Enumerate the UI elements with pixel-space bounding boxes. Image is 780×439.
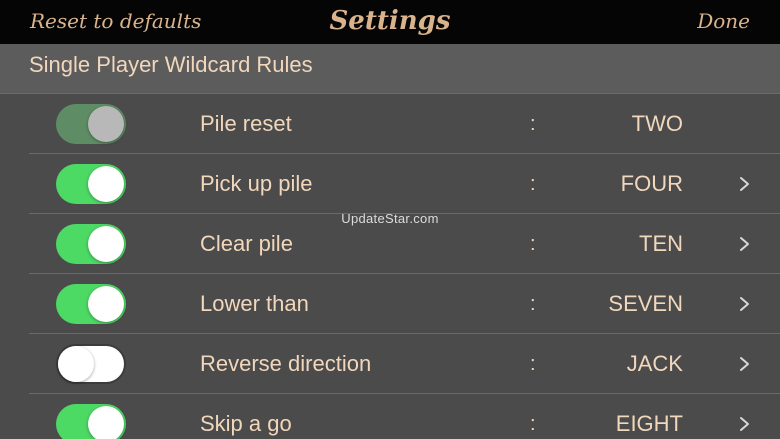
rule-card-value: JACK <box>626 351 683 376</box>
settings-screen: Reset to defaults Settings Done Single P… <box>0 0 780 439</box>
chevron-right-icon <box>740 297 749 311</box>
rule-card-value: EIGHT <box>615 411 683 436</box>
chevron-right-icon <box>740 357 749 371</box>
rule-card-value: SEVEN <box>608 291 683 316</box>
toggle-knob <box>88 226 124 262</box>
rule-card-value: FOUR <box>620 171 683 196</box>
rule-toggle[interactable] <box>56 224 126 264</box>
rule-separator: : <box>530 293 536 315</box>
chevron-right-icon <box>740 177 749 191</box>
rules-list: Pile reset : TWO Pick up pile : FOUR Cle… <box>0 94 780 439</box>
section-title: Single Player Wildcard Rules <box>29 52 313 77</box>
rule-separator: : <box>530 413 536 435</box>
rule-row-reverse-direction[interactable]: Reverse direction : JACK <box>0 334 780 394</box>
section-header: Single Player Wildcard Rules <box>0 44 780 94</box>
rule-separator: : <box>530 353 536 375</box>
rule-separator: : <box>530 173 536 195</box>
rule-row-lower-than[interactable]: Lower than : SEVEN <box>0 274 780 334</box>
watermark-text: UpdateStar.com <box>341 211 439 226</box>
toggle-knob <box>88 166 124 202</box>
rule-card-value: TWO <box>631 111 683 136</box>
rule-row-skip-a-go[interactable]: Skip a go : EIGHT <box>0 394 780 439</box>
rule-label: Lower than <box>200 291 309 316</box>
rule-row-pile-reset[interactable]: Pile reset : TWO <box>0 94 780 154</box>
rule-label: Skip a go <box>200 411 292 436</box>
navigation-bar: Reset to defaults Settings Done <box>0 0 780 44</box>
toggle-knob <box>88 286 124 322</box>
toggle-knob <box>88 106 124 142</box>
rule-label: Reverse direction <box>200 351 372 376</box>
rule-separator: : <box>530 113 536 135</box>
page-title: Settings <box>329 6 451 36</box>
rule-label: Pile reset <box>200 111 292 136</box>
rule-label: Pick up pile <box>200 171 313 196</box>
toggle-knob <box>88 406 124 439</box>
chevron-right-icon <box>740 237 749 251</box>
rule-toggle[interactable] <box>56 164 126 204</box>
rule-toggle[interactable] <box>56 284 126 324</box>
rule-toggle[interactable] <box>56 344 126 384</box>
rule-toggle[interactable] <box>56 104 126 144</box>
rule-row-pick-up-pile[interactable]: Pick up pile : FOUR <box>0 154 780 214</box>
rule-toggle[interactable] <box>56 404 126 439</box>
chevron-right-icon <box>740 417 749 431</box>
toggle-knob <box>58 346 94 382</box>
done-button[interactable]: Done <box>697 0 750 44</box>
